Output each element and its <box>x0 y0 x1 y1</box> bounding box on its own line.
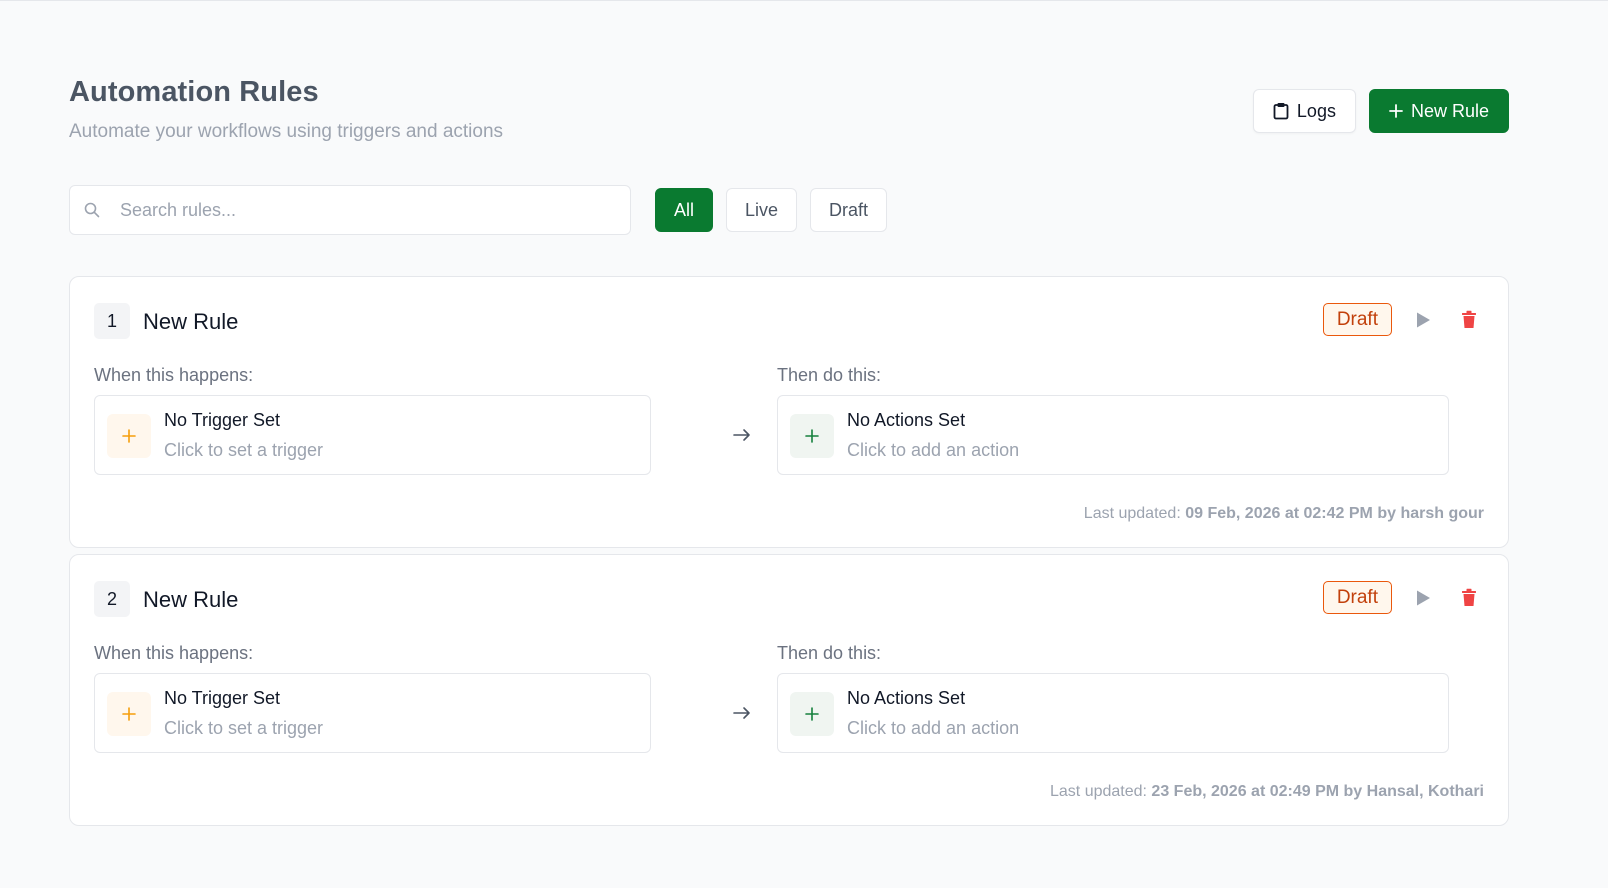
trigger-box[interactable]: No Trigger Set Click to set a trigger <box>94 673 651 753</box>
rule-card: 2 New Rule Draft When this happens: Then… <box>69 554 1509 826</box>
search-input[interactable] <box>120 199 600 221</box>
action-box[interactable]: No Actions Set Click to add an action <box>777 395 1449 475</box>
new-rule-button-label: New Rule <box>1410 100 1489 121</box>
search-box <box>69 185 631 235</box>
trigger-title: No Trigger Set <box>164 688 281 708</box>
rule-number: 2 <box>94 581 130 617</box>
trash-icon <box>1461 310 1477 329</box>
header-actions: Logs New Rule <box>1252 89 1509 133</box>
logs-button-label: Logs <box>1296 100 1336 121</box>
clipboard-icon <box>1273 102 1289 120</box>
action-subtitle: Click to add an action <box>847 440 1020 460</box>
when-label: When this happens: <box>94 365 254 385</box>
run-rule-button[interactable] <box>1408 305 1438 335</box>
rule-card: 1 New Rule Draft When this happens: Then… <box>69 276 1509 548</box>
last-updated-label: Last updated: <box>1050 783 1147 800</box>
play-icon <box>1415 311 1431 329</box>
then-label: Then do this: <box>777 643 882 663</box>
arrow-right-icon <box>727 698 757 728</box>
rule-actions: Draft <box>1322 303 1484 336</box>
action-subtitle: Click to add an action <box>847 718 1020 738</box>
status-badge: Draft <box>1322 303 1392 336</box>
last-updated-value: 23 Feb, 2026 at 02:49 PM by Hansal, Koth… <box>1151 783 1484 800</box>
page-title: Automation Rules <box>69 76 319 108</box>
delete-rule-button[interactable] <box>1454 305 1484 335</box>
filter-all[interactable]: All <box>655 188 714 232</box>
add-action-icon <box>790 414 834 458</box>
status-badge: Draft <box>1322 581 1392 614</box>
plus-icon <box>1389 104 1403 118</box>
page-subtitle: Automate your workflows using triggers a… <box>69 121 504 142</box>
last-updated: Last updated: 09 Feb, 2026 at 02:42 PM b… <box>1084 505 1484 523</box>
search-icon <box>84 202 100 218</box>
add-trigger-icon <box>107 414 151 458</box>
rule-actions: Draft <box>1322 581 1484 614</box>
trash-icon <box>1461 588 1477 607</box>
trigger-subtitle: Click to set a trigger <box>164 718 324 738</box>
then-label: Then do this: <box>777 365 882 385</box>
trigger-box[interactable]: No Trigger Set Click to set a trigger <box>94 395 651 475</box>
filter-draft[interactable]: Draft <box>810 188 888 232</box>
add-action-icon <box>790 692 834 736</box>
play-icon <box>1415 589 1431 607</box>
add-trigger-icon <box>107 692 151 736</box>
last-updated-value: 09 Feb, 2026 at 02:42 PM by harsh gour <box>1185 505 1484 522</box>
logs-button[interactable]: Logs <box>1252 89 1356 133</box>
filter-live[interactable]: Live <box>726 188 798 232</box>
rule-name[interactable]: New Rule <box>143 587 238 613</box>
run-rule-button[interactable] <box>1408 583 1438 613</box>
page-header: Automation Rules Automate your workflows… <box>69 76 503 143</box>
last-updated: Last updated: 23 Feb, 2026 at 02:49 PM b… <box>1050 783 1484 801</box>
top-divider <box>0 0 1608 1</box>
delete-rule-button[interactable] <box>1454 583 1484 613</box>
status-filters: All Live Draft <box>655 188 888 232</box>
action-box[interactable]: No Actions Set Click to add an action <box>777 673 1449 753</box>
last-updated-label: Last updated: <box>1083 505 1181 522</box>
rule-name[interactable]: New Rule <box>143 309 238 335</box>
action-title: No Actions Set <box>847 410 966 430</box>
trigger-title: No Trigger Set <box>164 410 281 430</box>
rule-number: 1 <box>94 303 130 339</box>
action-title: No Actions Set <box>847 688 966 708</box>
arrow-right-icon <box>727 420 757 450</box>
toolbar: All Live Draft <box>69 185 888 235</box>
when-label: When this happens: <box>94 643 254 663</box>
new-rule-button[interactable]: New Rule <box>1368 89 1509 133</box>
trigger-subtitle: Click to set a trigger <box>164 440 324 460</box>
